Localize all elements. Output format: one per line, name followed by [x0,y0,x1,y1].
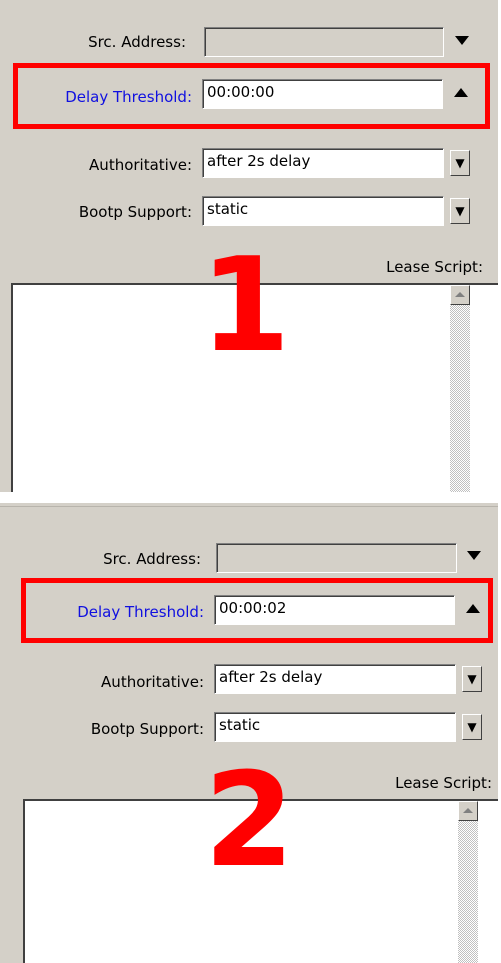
src-address-label: Src. Address: [88,33,186,51]
step-number: 2 [204,744,295,896]
src-address-field[interactable] [216,543,457,573]
lease-script-label: Lease Script: [386,258,483,276]
authoritative-select[interactable]: after 2s delay [214,664,456,694]
delay-threshold-input[interactable]: 00:00:00 [202,79,443,109]
bootp-support-select[interactable]: static [214,712,456,742]
dhcp-panel-step-2: Src. Address: Delay Threshold: 00:00:02 … [0,503,498,963]
authoritative-label: Authoritative: [101,673,204,691]
bootp-support-dropdown-icon[interactable]: ▼ [462,714,482,740]
lease-script-label: Lease Script: [395,774,492,792]
authoritative-label: Authoritative: [89,156,192,174]
lease-script-scrollbar[interactable] [450,285,470,492]
authoritative-dropdown-icon[interactable]: ▼ [450,150,470,176]
authoritative-select[interactable]: after 2s delay [202,148,444,178]
src-address-expand-icon[interactable] [464,546,484,566]
delay-threshold-input[interactable]: 00:00:02 [214,595,455,625]
src-address-label: Src. Address: [103,550,201,568]
bootp-support-select[interactable]: static [202,196,444,226]
delay-threshold-collapse-icon[interactable] [463,599,483,619]
src-address-field[interactable] [204,27,444,57]
bootp-support-label: Bootp Support: [78,203,192,221]
delay-threshold-label[interactable]: Delay Threshold: [77,603,204,621]
scroll-up-icon[interactable] [458,801,478,821]
lease-script-scrollbar[interactable] [458,801,478,963]
src-address-expand-icon[interactable] [452,31,472,51]
delay-threshold-label[interactable]: Delay Threshold: [65,88,192,106]
scroll-up-icon[interactable] [450,285,470,305]
delay-threshold-collapse-icon[interactable] [451,83,471,103]
step-number: 1 [200,229,291,381]
authoritative-dropdown-icon[interactable]: ▼ [462,666,482,692]
dhcp-panel-step-1: Src. Address: Delay Threshold: 00:00:00 … [0,0,498,492]
separator-line [0,506,498,507]
bootp-support-dropdown-icon[interactable]: ▼ [450,198,470,224]
bootp-support-label: Bootp Support: [90,720,204,738]
